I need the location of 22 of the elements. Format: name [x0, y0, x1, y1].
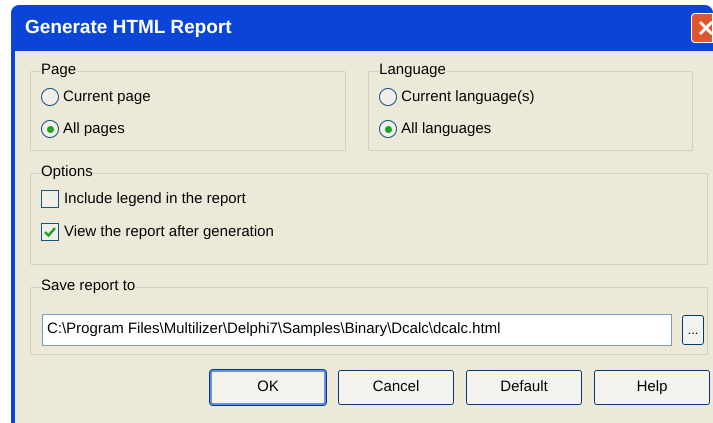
dialog-button[interactable]: OK: [210, 370, 326, 405]
dialog-button[interactable]: Default: [466, 370, 582, 405]
dialog-button[interactable]: Help: [594, 370, 710, 405]
checkbox[interactable]: [41, 223, 59, 241]
checkbox-label[interactable]: View the report after generation: [64, 220, 274, 244]
radio-label[interactable]: All pages: [63, 118, 125, 140]
path-field[interactable]: C:\Program Files\Multilizer\Delphi7\Samples\Binary\Dcalc\dcalc.html: [42, 314, 672, 346]
checkbox[interactable]: [41, 190, 59, 208]
radio-label[interactable]: Current page: [63, 86, 151, 108]
radio-button[interactable]: [41, 120, 59, 138]
radio-button[interactable]: [379, 120, 398, 138]
close-icon: [698, 20, 712, 36]
dialog-button[interactable]: Cancel: [338, 370, 454, 405]
close-button[interactable]: [691, 13, 713, 43]
browse-button[interactable]: ...: [682, 314, 704, 344]
window-title: Generate HTML Report: [25, 16, 232, 40]
radio-label[interactable]: All languages: [401, 118, 492, 140]
radio-button[interactable]: [379, 88, 398, 106]
radio-label[interactable]: Current language(s): [401, 86, 535, 108]
checkbox-label[interactable]: Include legend in the report: [64, 188, 246, 210]
radio-button[interactable]: [41, 88, 59, 106]
group-title: Options: [41, 162, 94, 182]
